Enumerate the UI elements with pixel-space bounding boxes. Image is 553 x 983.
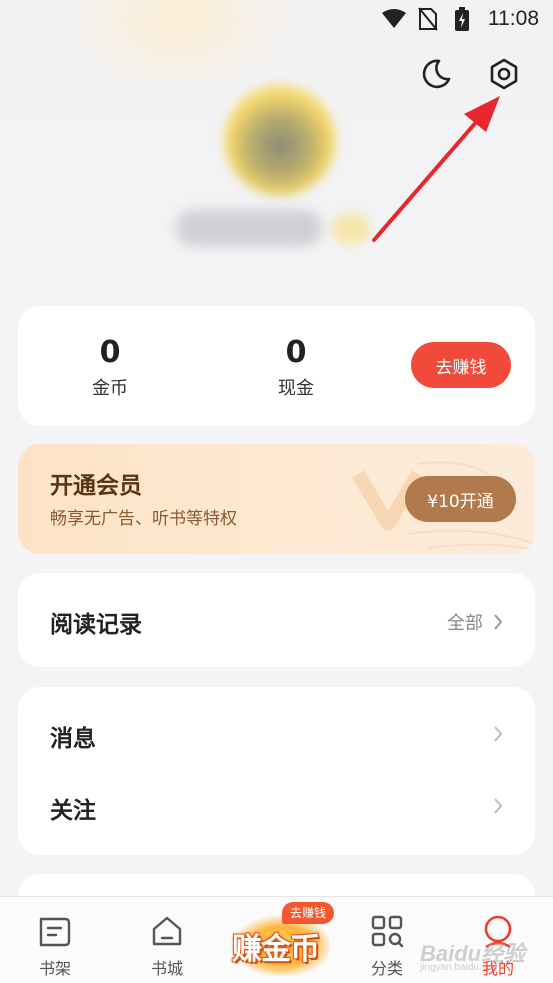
tab-label: 分类 — [370, 959, 403, 978]
coins-value: 0 — [99, 335, 121, 370]
reading-history-title: 阅读记录 — [50, 612, 142, 638]
tab-category[interactable]: 分类 — [347, 913, 427, 979]
home-icon — [152, 916, 182, 946]
wifi-icon — [382, 7, 406, 31]
vip-open-button[interactable]: ¥10开通 — [405, 476, 516, 522]
vip-subtitle: 畅享无广告、听书等特权 — [50, 509, 237, 529]
coins-label: 金币 — [92, 378, 128, 399]
vip-banner[interactable]: 开通会员 畅享无广告、听书等特权 ¥10开通 — [18, 444, 535, 554]
cash-label: 现金 — [278, 378, 314, 399]
avatar[interactable] — [224, 84, 336, 196]
menu-item-following[interactable]: 关注 — [18, 771, 535, 843]
menu-item-label: 消息 — [50, 726, 96, 752]
status-time: 11:08 — [488, 7, 539, 30]
cash-value: 0 — [285, 335, 307, 370]
reading-history-all-link[interactable]: 全部 — [447, 609, 503, 635]
wallet-card: 0 金币 0 现金 去赚钱 — [18, 306, 535, 426]
tab-label: 书城 — [150, 959, 183, 978]
reading-history-all-label: 全部 — [447, 613, 483, 634]
earn-coins-promo-button[interactable]: 赚金币 去赚钱 — [226, 900, 338, 980]
no-sim-icon — [416, 7, 440, 31]
settings-button[interactable] — [486, 56, 522, 92]
status-bar: 11:08 — [0, 0, 553, 38]
chevron-right-icon — [494, 726, 503, 742]
menu-item-label: 关注 — [50, 798, 96, 824]
username-blurred[interactable] — [176, 210, 322, 246]
baidu-watermark-url: jingyan.baidu.com — [420, 962, 501, 973]
coins-stat[interactable]: 0 金币 — [50, 336, 170, 400]
menu-item-messages[interactable]: 消息 — [18, 699, 535, 771]
earn-money-button[interactable]: 去赚钱 — [411, 342, 511, 388]
vip-title: 开通会员 — [50, 473, 142, 499]
gear-icon — [490, 58, 518, 90]
reading-history-card[interactable]: 阅读记录 全部 — [18, 573, 535, 667]
earn-coins-text: 赚金币 — [232, 932, 320, 967]
chevron-right-icon — [494, 798, 503, 814]
vip-level-badge — [332, 214, 370, 244]
tab-label: 书架 — [38, 959, 71, 978]
battery-charging-icon — [450, 7, 474, 31]
night-mode-button[interactable] — [418, 56, 454, 92]
cash-stat[interactable]: 0 现金 — [236, 336, 356, 400]
earn-coins-badge: 去赚钱 — [282, 902, 335, 924]
tab-bookstore[interactable]: 书城 — [127, 913, 207, 979]
menu-card: 消息 关注 — [18, 687, 535, 855]
bookshelf-icon — [39, 917, 71, 947]
tab-bookshelf[interactable]: 书架 — [15, 913, 95, 979]
moon-icon — [422, 59, 451, 89]
chevron-right-icon — [494, 614, 503, 630]
category-icon — [371, 915, 404, 948]
